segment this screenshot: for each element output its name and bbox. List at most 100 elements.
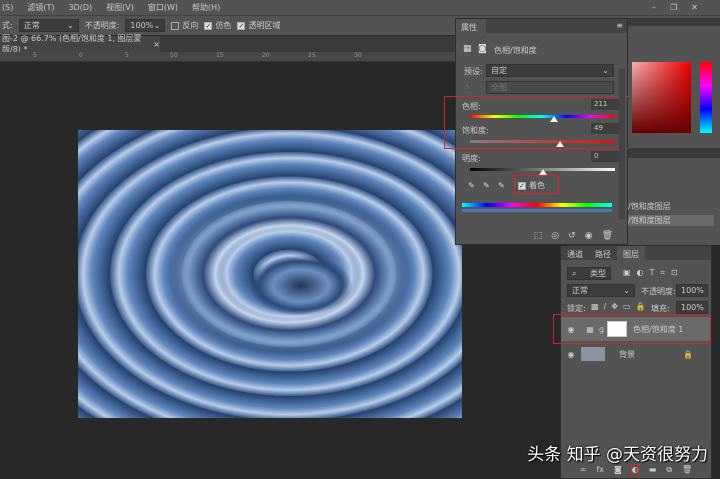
preset-label: 预设: bbox=[464, 67, 483, 76]
new-layer-icon[interactable]: ⧉ bbox=[666, 465, 672, 475]
properties-footer: ⬚ ◎ ↺ ◉ 🗑 bbox=[456, 227, 627, 244]
tab-properties[interactable]: 属性 bbox=[456, 19, 486, 33]
ruler-tick: 30 bbox=[354, 52, 362, 59]
fill-input[interactable]: 100% bbox=[676, 301, 708, 314]
result-color-bar bbox=[462, 209, 612, 212]
adjustment-preset-item[interactable]: /饱和度图层 bbox=[628, 201, 671, 212]
dither-label: 仿色 bbox=[215, 21, 232, 30]
chevron-down-icon: ⌄ bbox=[602, 66, 609, 75]
layer-row-background[interactable]: ◉ 背景 🔒 bbox=[561, 342, 711, 366]
mode-select[interactable]: 正常 ⌄ bbox=[18, 19, 79, 32]
search-icon: ⌕ bbox=[572, 268, 577, 278]
saturation-value[interactable]: 49 bbox=[591, 123, 619, 134]
filter-type-icons[interactable]: ▣◐T⌗⊡ bbox=[623, 268, 684, 278]
ruler-tick: 20 bbox=[262, 52, 270, 59]
menu-window[interactable]: 窗口(W) bbox=[148, 2, 178, 13]
adjustment-icon[interactable]: ▦ bbox=[463, 44, 472, 54]
channel-select[interactable]: 全图 bbox=[486, 81, 614, 94]
saturation-slider[interactable] bbox=[470, 140, 615, 143]
tab-paths[interactable]: 路径 bbox=[589, 246, 617, 260]
panel-header bbox=[628, 18, 720, 26]
menu-help[interactable]: 帮助(H) bbox=[192, 2, 220, 13]
ruler-tick: 5 bbox=[125, 52, 129, 59]
ruler-tick: 5 bbox=[33, 52, 37, 59]
lightness-label: 明度: bbox=[462, 154, 481, 163]
close-icon[interactable]: × bbox=[153, 40, 160, 49]
hue-value[interactable]: 211 bbox=[591, 99, 619, 110]
menu-select[interactable]: (S) bbox=[2, 3, 13, 12]
checkbox-checked-icon: ✓ bbox=[204, 21, 213, 30]
lock-icons[interactable]: ▩/✥▭🔒 bbox=[591, 302, 650, 311]
document-tab[interactable]: 图-2 @ 66.7% (色相/饱和度 1, 图层蒙版/8) * × bbox=[0, 34, 160, 54]
eyedropper-minus-icon[interactable]: ✎ bbox=[498, 181, 505, 190]
delete-icon[interactable]: 🗑 bbox=[602, 231, 613, 241]
fill-label: 填充: bbox=[651, 304, 670, 313]
ruler-tick: 10 bbox=[170, 52, 178, 59]
lock-icon: 🔒 bbox=[683, 349, 693, 359]
panel-menu-icon[interactable]: ≡ bbox=[616, 21, 623, 30]
hue-slider[interactable] bbox=[470, 115, 615, 118]
properties-header: 属性 ≡ bbox=[456, 19, 627, 33]
blend-mode-value: 正常 bbox=[572, 286, 588, 295]
layer-thumbnail bbox=[581, 347, 605, 361]
hue-slider-thumb[interactable] bbox=[550, 116, 559, 122]
watermark: 头条 知乎 @天资很努力 bbox=[527, 445, 708, 465]
preset-value: 自定 bbox=[491, 66, 507, 75]
blend-mode-select[interactable]: 正常 ⌄ bbox=[567, 284, 635, 297]
color-spectrum-bar bbox=[462, 203, 612, 207]
canvas-image-water-ripple[interactable] bbox=[78, 130, 462, 418]
visibility-eye-icon[interactable]: ◉ bbox=[561, 350, 581, 359]
checkbox-checked-icon: ✓ bbox=[237, 21, 246, 30]
link-layers-icon[interactable]: ∞ bbox=[580, 465, 587, 474]
add-mask-icon[interactable]: ◙ bbox=[614, 465, 622, 474]
chevron-down-icon: ⌄ bbox=[153, 21, 161, 30]
filter-label: 类型 bbox=[590, 269, 606, 278]
view-previous-icon[interactable]: ◎ bbox=[551, 231, 559, 241]
new-adjustment-layer-icon[interactable]: ◐ bbox=[630, 464, 640, 475]
color-picker-field[interactable] bbox=[632, 62, 691, 133]
ruler-tick: 15 bbox=[216, 52, 224, 59]
clip-to-layer-icon[interactable]: ⬚ bbox=[534, 231, 543, 241]
tab-channels[interactable]: 通道 bbox=[561, 246, 589, 260]
menu-3d[interactable]: 3D(D) bbox=[68, 3, 92, 12]
chevron-down-icon: ⌄ bbox=[623, 286, 630, 295]
ruler-tick: 0 bbox=[79, 52, 83, 59]
reset-icon[interactable]: ↺ bbox=[568, 231, 576, 241]
mask-icon[interactable]: ◙ bbox=[478, 44, 487, 54]
fx-icon[interactable]: fx bbox=[596, 465, 604, 474]
lightness-value[interactable]: 0 bbox=[591, 151, 619, 162]
panel-header bbox=[628, 148, 720, 158]
ruler-tick: 25 bbox=[308, 52, 316, 59]
adjustment-preset-item[interactable]: /饱和度图层 bbox=[628, 215, 714, 226]
colorize-checkbox[interactable]: ✓ 着色 bbox=[518, 180, 545, 191]
menu-view[interactable]: 视图(V) bbox=[106, 2, 134, 13]
window-controls[interactable]: –❐✕ bbox=[652, 3, 712, 12]
layers-tabs: 通道 路径 图层 bbox=[561, 246, 711, 260]
dither-checkbox[interactable]: ✓ 仿色 bbox=[204, 20, 231, 31]
transparency-checkbox[interactable]: ✓ 透明区域 bbox=[237, 20, 280, 31]
scrollbar[interactable] bbox=[619, 69, 625, 219]
eyedropper-icon[interactable]: ✎ bbox=[468, 181, 475, 190]
highlight-box bbox=[553, 314, 711, 344]
layer-opacity-input[interactable]: 100% bbox=[676, 284, 708, 297]
reverse-checkbox[interactable]: 反向 bbox=[171, 20, 198, 31]
preset-select[interactable]: 自定 ⌄ bbox=[486, 64, 614, 77]
saturation-slider-thumb[interactable] bbox=[555, 141, 564, 147]
hand-tool-icon[interactable]: ☝ bbox=[464, 82, 469, 91]
lock-label: 锁定: bbox=[567, 304, 586, 313]
opacity-input[interactable]: 100% ⌄ bbox=[125, 19, 166, 32]
chevron-down-icon: ⌄ bbox=[67, 21, 74, 30]
tab-layers[interactable]: 图层 bbox=[617, 246, 645, 260]
eyedropper-plus-icon[interactable]: ✎ bbox=[483, 181, 490, 190]
properties-panel: 属性 ≡ ▦ ◙ 色相/饱和度 预设: 自定 ⌄ ☝ 全图 色相: 211 饱和度… bbox=[444, 18, 629, 245]
new-group-icon[interactable]: ▬ bbox=[649, 465, 657, 474]
opacity-value: 100% bbox=[130, 21, 154, 30]
layer-opacity-label: 不透明度: bbox=[641, 287, 676, 296]
layer-filter-select[interactable]: ⌕ 类型 bbox=[567, 267, 611, 280]
visibility-eye-icon[interactable]: ◉ bbox=[585, 231, 593, 241]
menu-filter[interactable]: 滤镜(T) bbox=[27, 2, 54, 13]
checkbox-icon bbox=[171, 21, 180, 30]
delete-layer-icon[interactable]: 🗑 bbox=[682, 465, 692, 474]
hue-strip[interactable] bbox=[700, 62, 712, 133]
checkbox-checked-icon: ✓ bbox=[518, 181, 526, 190]
